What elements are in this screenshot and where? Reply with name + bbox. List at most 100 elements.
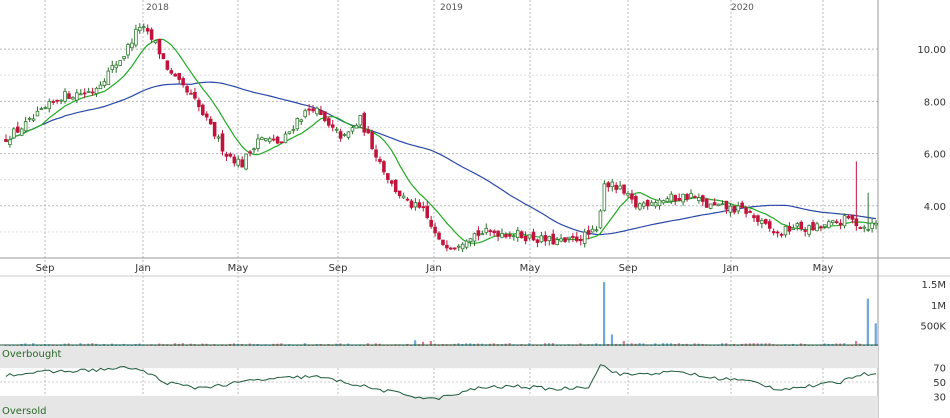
candle-up (512, 235, 516, 238)
candle-down (437, 232, 441, 240)
candle-down (504, 234, 508, 238)
candle-up (456, 245, 461, 248)
candle-up (665, 198, 670, 202)
candle-down (744, 207, 748, 214)
candle-up (555, 239, 559, 246)
candle-up (468, 238, 473, 243)
candle-down (55, 99, 59, 102)
candle-up (94, 87, 99, 94)
candle-up (350, 127, 355, 132)
candle-up (315, 107, 319, 115)
candle-up (567, 236, 571, 240)
candle-down (819, 226, 823, 229)
month-tick-label: Jan (425, 263, 441, 274)
candle-down (433, 226, 437, 234)
candle-down (67, 93, 71, 99)
candle-up (102, 81, 107, 86)
candle-down (834, 221, 839, 224)
candle-up (720, 203, 725, 206)
candle-down (846, 215, 851, 219)
month-tick-label: May (520, 263, 541, 274)
candle-up (791, 227, 796, 230)
candle-down (673, 194, 678, 202)
candle-up (610, 181, 615, 187)
candle-up (649, 202, 654, 206)
volume-tick-label: 1.5M (921, 280, 946, 291)
candle-down (201, 104, 205, 116)
volume-bar (603, 282, 606, 346)
candle-down (693, 196, 697, 198)
candle-up (830, 220, 835, 223)
rsi-tick-label: 30 (933, 392, 946, 403)
candle-down (748, 210, 752, 213)
candle-down (232, 156, 237, 164)
candle-up (295, 118, 300, 130)
candle-up (27, 117, 32, 120)
candle-down (240, 159, 244, 168)
candle-down (390, 180, 394, 184)
candle-down (157, 38, 162, 55)
candle-up (283, 133, 288, 144)
candle-up (559, 238, 563, 242)
candle-up (870, 222, 874, 229)
candle-up (334, 128, 339, 131)
candle-down (519, 231, 524, 239)
candle-up (303, 110, 307, 118)
candle-up (260, 137, 264, 140)
candle-up (299, 119, 304, 122)
candle-up (681, 193, 685, 203)
candle-up (598, 210, 603, 229)
candle-down (854, 218, 859, 227)
volume-tick-label: 1M (931, 301, 946, 312)
candle-down (634, 196, 638, 208)
candle-down (323, 111, 327, 122)
candle-up (47, 100, 52, 110)
candle-down (606, 182, 611, 188)
candle-down (275, 136, 280, 144)
candle-up (480, 233, 485, 236)
candle-up (358, 115, 363, 126)
candle-up (626, 193, 630, 196)
candle-up (130, 42, 134, 49)
year-label: 2018 (146, 3, 169, 13)
candle-down (492, 230, 496, 234)
candle-down (685, 194, 689, 200)
candle-down (311, 108, 315, 112)
candle-up (35, 110, 40, 117)
candle-down (453, 247, 457, 250)
oversold-label: Oversold (2, 406, 47, 417)
candle-down (165, 60, 170, 70)
candle-down (82, 92, 87, 95)
candle-down (374, 149, 378, 158)
volume-bar (610, 334, 614, 346)
candle-up (539, 235, 544, 243)
candle-down (712, 202, 717, 206)
candle-up (815, 223, 819, 232)
candle-down (614, 184, 618, 190)
candle-down (771, 231, 776, 234)
candle-up (464, 240, 469, 248)
candle-up (244, 153, 248, 170)
candle-down (208, 118, 213, 125)
candle-down (858, 227, 863, 229)
month-tick-label: May (228, 263, 249, 274)
volume-tick-label: 500K (920, 321, 946, 332)
candle-down (51, 101, 55, 103)
candle-down (421, 206, 426, 209)
candle-down (752, 215, 756, 219)
candle-up (795, 223, 800, 227)
month-tick-label: Sep (619, 263, 638, 274)
candle-up (760, 219, 764, 224)
candle-up (653, 202, 658, 207)
candle-down (740, 202, 744, 208)
candle-down (756, 215, 760, 222)
candle-down (393, 179, 398, 193)
candle-up (594, 229, 599, 232)
candle-up (401, 195, 406, 199)
candle-up (59, 99, 63, 102)
candle-up (716, 203, 721, 206)
candle-up (264, 137, 268, 141)
candlesticks (4, 23, 878, 253)
candle-down (449, 247, 453, 250)
candle-up (472, 233, 477, 242)
